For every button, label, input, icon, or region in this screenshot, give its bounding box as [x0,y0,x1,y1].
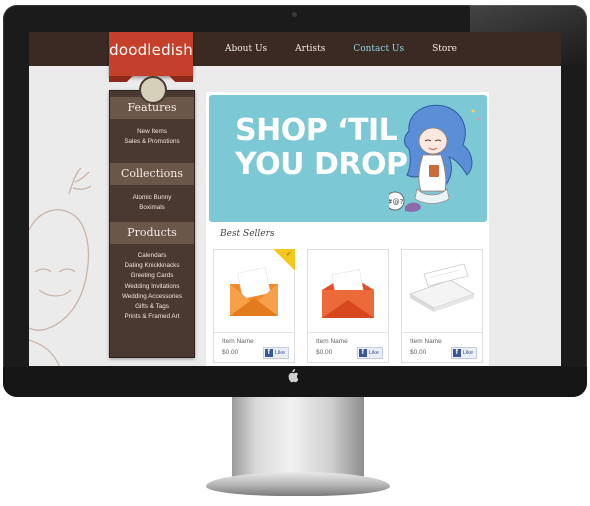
facebook-like-button[interactable]: f Like [356,347,383,359]
card-divider [214,332,294,333]
collections-list: Atomic Bunny Boximals [110,193,194,213]
nav-contact-us[interactable]: Contact Us [353,44,404,54]
product-name[interactable]: Item Name [410,338,442,345]
banner-line-1: SHOP ‘TIL [235,113,398,148]
sidebar-item-new-items[interactable]: New Items [110,127,194,137]
site-logo[interactable]: doodledish [109,41,193,59]
website-screen: doodledish About Us Artists Contact Us S… [29,32,561,366]
sidebar: Features New Items Sales & Promotions Co… [109,90,195,358]
like-label: Like [274,350,285,356]
shopping-girl-illustration: #@? [389,104,481,212]
facebook-like-button[interactable]: f Like [262,347,289,359]
svg-text:#@?: #@? [389,198,404,206]
nav-artists[interactable]: Artists [295,44,325,54]
sidebar-item-dating-knickknacks[interactable]: Dating Knickknacks [110,261,194,271]
sidebar-item-greeting-cards[interactable]: Greeting Cards [110,271,194,281]
logo-ribbon[interactable]: doodledish [109,32,193,82]
sidebar-item-calendars[interactable]: Calendars [110,251,194,261]
facebook-icon: f [264,349,273,357]
nav-store[interactable]: Store [432,44,457,54]
banner-headline: SHOP ‘TIL YOU DROP [235,113,408,182]
sidebar-item-boximals[interactable]: Boximals [110,203,194,213]
camera-icon [292,12,297,17]
best-sellers-heading: Best Sellers [220,229,275,239]
sidebar-item-sales-promotions[interactable]: Sales & Promotions [110,137,194,147]
facebook-icon: f [452,349,461,357]
product-price: $0.00 [410,349,427,356]
product-price: $0.00 [222,349,239,356]
main-nav: About Us Artists Contact Us Store [225,32,485,66]
product-card[interactable]: Item Name $0.00 f Like [307,249,389,363]
product-name[interactable]: Item Name [222,338,254,345]
products-list: Calendars Dating Knickknacks Greeting Ca… [110,251,194,322]
sidebar-ornament-icon [139,76,167,104]
sidebar-item-wedding-invitations[interactable]: Wedding Invitations [110,282,194,292]
sidebar-heading-collections: Collections [110,163,194,185]
like-label: Like [368,350,379,356]
product-card[interactable]: Item Name $0.00 f Like [401,249,483,363]
facebook-icon: f [358,349,367,357]
check-icon: ✓ [286,251,292,258]
card-divider [308,332,388,333]
sidebar-item-atomic-bunny[interactable]: Atomic Bunny [110,193,194,203]
product-price: $0.00 [316,349,333,356]
sidebar-item-prints-framed-art[interactable]: Prints & Framed Art [110,312,194,322]
features-list: New Items Sales & Promotions [110,127,194,147]
sidebar-heading-products: Products [110,222,194,244]
red-envelope-image [322,269,374,318]
nav-about-us[interactable]: About Us [225,44,267,54]
banner-line-2: YOU DROP [235,147,408,182]
monitor-stand-base [206,472,390,496]
product-name[interactable]: Item Name [316,338,348,345]
sidebar-item-wedding-accessories[interactable]: Wedding Accessories [110,292,194,302]
sidebar-item-gifts-tags[interactable]: Gifts & Tags [110,302,194,312]
facebook-like-button[interactable]: f Like [450,347,477,359]
doodle-character-illustration [29,167,92,366]
monitor-stand-neck [232,392,364,484]
card-divider [402,332,482,333]
promo-banner[interactable]: SHOP ‘TIL YOU DROP #@? [209,95,487,222]
product-card[interactable]: ✓ Item Name $0.00 f Like [213,249,295,363]
apple-logo-icon [285,369,299,383]
like-label: Like [462,350,473,356]
white-envelope-image [409,263,475,312]
